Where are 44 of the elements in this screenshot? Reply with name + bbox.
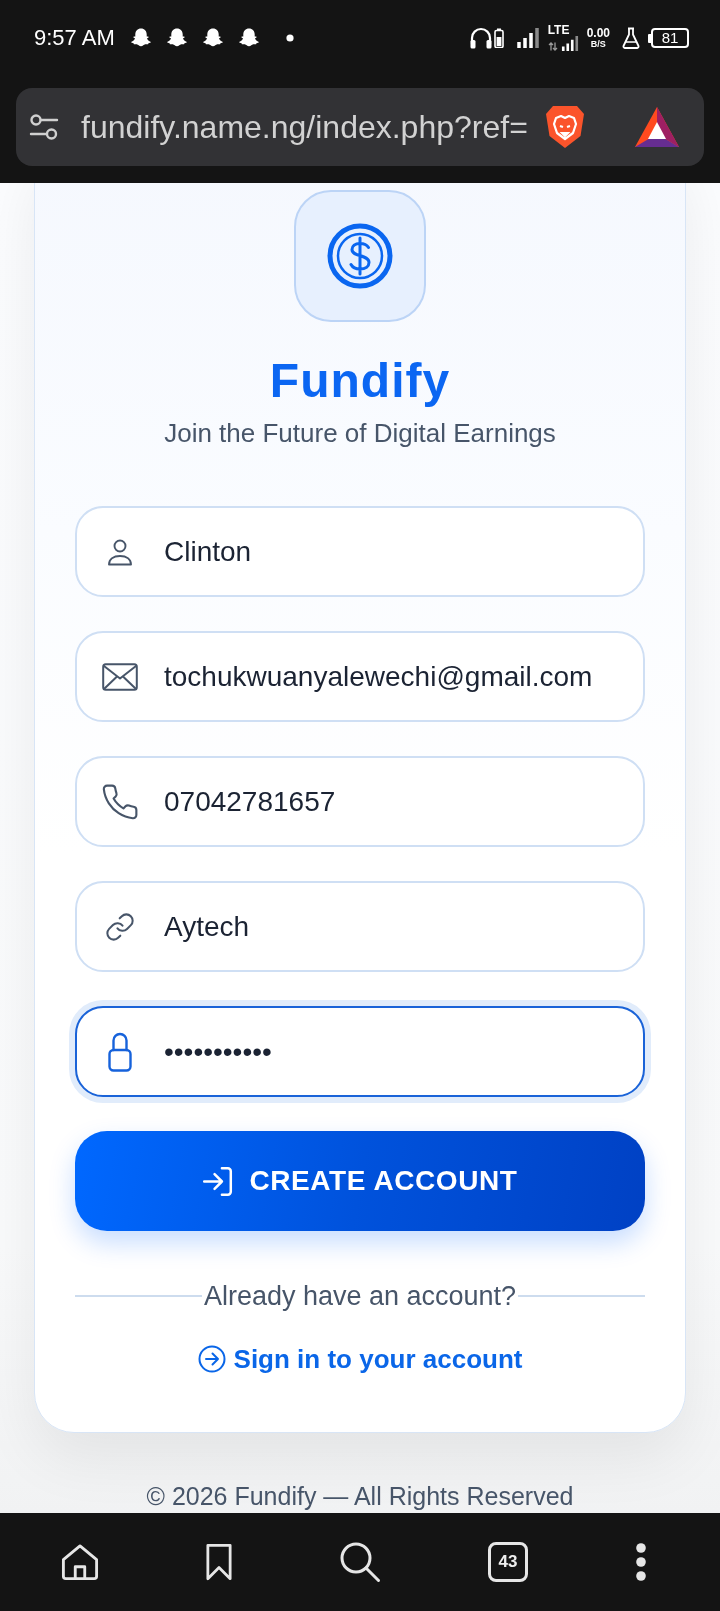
sign-in-arrow-icon xyxy=(202,1165,234,1197)
address-bar[interactable]: fundify.name.ng/index.php?ref= xyxy=(16,88,704,166)
referral-field[interactable]: Aytech xyxy=(75,881,645,972)
sliders-icon[interactable] xyxy=(29,113,59,141)
flask-icon xyxy=(622,27,640,49)
brand-tagline: Join the Future of Digital Earnings xyxy=(164,417,556,449)
triangle-logo-icon[interactable] xyxy=(634,106,680,148)
ghost-icon xyxy=(201,28,224,48)
phone-icon xyxy=(102,783,138,820)
signin-prompt: Already have an account? xyxy=(203,1280,517,1312)
name-field[interactable]: Clinton xyxy=(75,506,645,597)
ghost-icon xyxy=(165,28,188,48)
dot-icon xyxy=(285,34,294,42)
dollar-coin-logo-icon xyxy=(294,190,426,322)
status-time: 9:57 AM xyxy=(34,25,115,51)
headphones-icon xyxy=(468,27,493,49)
tab-count-button[interactable]: 43 xyxy=(488,1542,528,1582)
data-rate-value: 0.00 xyxy=(586,27,610,39)
data-rate-unit: B/S xyxy=(590,39,606,49)
battery-indicator: 81 xyxy=(648,28,689,48)
url-text[interactable]: fundify.name.ng/index.php?ref= xyxy=(81,108,531,146)
ghost-icon xyxy=(129,28,152,48)
bookmark-icon[interactable] xyxy=(206,1543,232,1581)
brand-title: Fundify xyxy=(269,353,451,409)
signal-icon xyxy=(516,28,539,48)
envelope-icon xyxy=(102,662,138,691)
link-icon xyxy=(106,912,134,941)
signal-icon xyxy=(559,36,580,51)
lion-shield-icon[interactable] xyxy=(544,104,586,150)
person-icon xyxy=(106,537,134,566)
ghost-icon xyxy=(237,28,260,48)
arrow-circle-icon xyxy=(197,1345,226,1373)
home-icon[interactable] xyxy=(61,1543,99,1581)
menu-icon[interactable] xyxy=(635,1542,647,1582)
battery-icon xyxy=(493,28,504,48)
data-arrows-icon xyxy=(547,42,558,51)
lock-icon xyxy=(108,1031,132,1072)
footer-text: © 2026 Fundify — All Rights Reserved xyxy=(146,1481,574,1511)
phone-field[interactable]: 07042781657 xyxy=(75,756,645,847)
email-field[interactable]: tochukwuanyalewechi@gmail.com xyxy=(75,631,645,722)
signin-link[interactable]: Sign in to your account xyxy=(197,1343,523,1375)
network-type-label: LTE xyxy=(547,25,570,36)
search-icon[interactable] xyxy=(339,1541,381,1583)
create-account-button[interactable]: CREATE ACCOUNT xyxy=(75,1131,645,1231)
